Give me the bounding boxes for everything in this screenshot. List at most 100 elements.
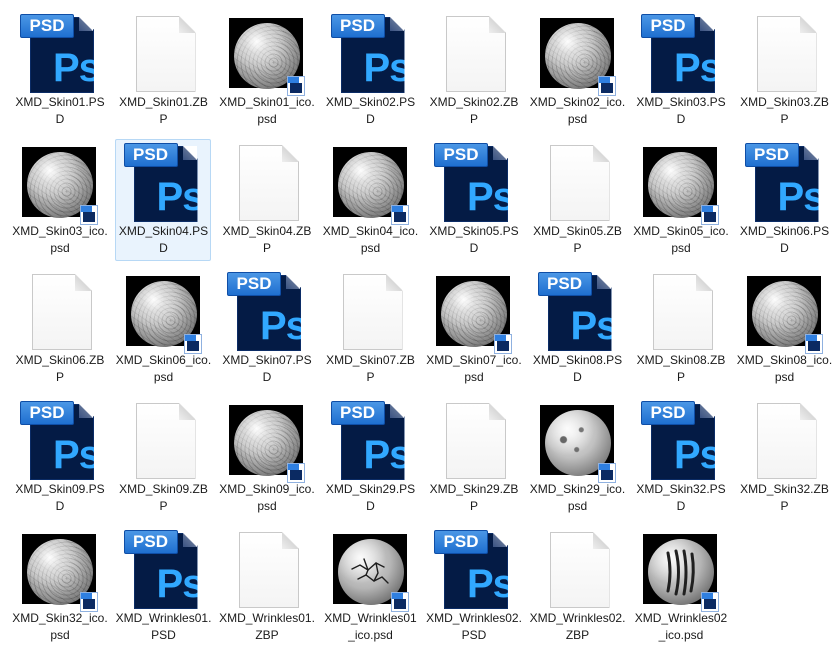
psd-overlay-badge-icon [597,463,616,483]
page-fold-corner [282,532,298,549]
file-item[interactable]: Ps PSD XMD_Skin06.PSD [736,139,832,261]
file-name-label: XMD_Skin04_ico.psd [322,224,419,255]
file-item[interactable]: XMD_Skin03.ZBP [736,10,832,132]
psd-label-banner: PSD [537,272,592,296]
psd-file-icon: Ps PSD [641,401,719,480]
photoshop-ps-glyph: Ps [467,175,514,219]
psd-file-icon: Ps PSD [537,272,616,351]
file-item[interactable]: XMD_Skin05.ZBP [529,139,625,261]
file-item[interactable]: XMD_Skin06.ZBP [11,268,107,390]
file-name-label: XMD_Skin03.PSD [636,95,726,126]
file-item[interactable]: XMD_Skin06_ico.psd [115,268,211,390]
page-fold-corner [182,533,197,547]
psd-label-banner: PSD [227,272,281,296]
photoshop-ps-glyph: Ps [777,175,825,219]
file-item[interactable]: Ps PSD XMD_Skin08.PSD [529,268,625,390]
file-item[interactable]: Ps PSD XMD_Wrinkles01.PSD [115,526,211,648]
page-fold-corner [803,146,818,160]
file-item[interactable]: XMD_Wrinkles01.ZBP [218,526,315,648]
file-item[interactable]: XMD_Skin32.ZBP [736,397,832,519]
file-item[interactable]: Ps PSD XMD_Skin29.PSD [322,397,418,519]
page-fold-corner [286,275,300,289]
psd-file-icon: Ps PSD [330,401,409,480]
sphere-texture-thumbnail [641,530,719,612]
psd-overlay-badge-icon [80,592,98,612]
psd-file-icon: Ps PSD [123,143,202,222]
photoshop-ps-glyph: Ps [467,562,514,606]
sphere-texture-thumbnail [331,530,409,612]
sphere-texture-thumbnail [538,401,616,483]
file-item[interactable]: XMD_Skin02_ico.psd [529,10,625,132]
file-name-label: XMD_Skin08.PSD [532,353,623,384]
file-item[interactable]: Ps PSD XMD_Skin04.PSD [114,139,211,261]
blank-file-icon [538,143,616,221]
psd-overlay-badge-icon [80,205,98,225]
file-item[interactable]: XMD_Skin29.ZBP [425,397,521,519]
sphere-texture-thumbnail [434,272,512,354]
psd-label-banner: PSD [123,530,178,554]
page-fold-corner [799,16,816,33]
file-name-label: XMD_Wrinkles01.PSD [115,611,212,642]
psd-file-icon: Ps PSD [227,272,305,351]
file-item[interactable]: Ps PSD XMD_Skin01.PSD [11,10,107,132]
file-item[interactable]: Ps PSD XMD_Skin09.PSD [11,397,107,519]
photoshop-ps-glyph: Ps [53,46,100,90]
blank-file-icon [538,530,616,608]
file-item[interactable]: Ps PSD XMD_Wrinkles02.PSD [425,526,522,648]
file-item[interactable]: XMD_Skin01_ico.psd [218,10,315,132]
blank-file-icon [124,14,202,92]
psd-overlay-badge-icon [597,76,616,96]
blank-file-icon [434,401,512,479]
file-item[interactable]: XMD_Wrinkles02_ico.psd [632,526,728,648]
sphere-texture-thumbnail [331,143,409,225]
psd-label-banner: PSD [20,14,74,38]
file-item[interactable]: XMD_Wrinkles01_ico.psd [322,526,418,648]
psd-file-icon: Ps PSD [744,143,825,222]
psd-label-banner: PSD [330,14,385,38]
photoshop-ps-glyph: Ps [53,433,100,477]
file-item[interactable]: XMD_Skin07_ico.psd [425,268,522,390]
blank-file-icon [20,272,98,350]
file-item[interactable]: Ps PSD XMD_Skin05.PSD [425,139,521,261]
file-item[interactable]: XMD_Skin05_ico.psd [632,139,729,261]
file-item[interactable]: XMD_Skin09.ZBP [115,397,211,519]
file-item[interactable]: Ps PSD XMD_Skin03.PSD [632,10,728,132]
file-item[interactable]: XMD_Skin09_ico.psd [218,397,315,519]
file-item[interactable]: XMD_Skin03_ico.psd [11,139,108,261]
file-item[interactable]: Ps PSD XMD_Skin07.PSD [218,268,314,390]
blank-file-icon [227,530,305,608]
psd-overlay-badge-icon [494,334,512,354]
page-fold-corner [493,146,507,160]
file-name-label: XMD_Skin09_ico.psd [219,482,315,513]
file-item[interactable]: XMD_Skin04_ico.psd [322,139,418,261]
file-item[interactable]: XMD_Skin04.ZBP [218,139,314,261]
file-item[interactable]: XMD_Skin08.ZBP [632,268,728,390]
page-fold-corner [799,403,816,420]
file-item[interactable]: XMD_Skin32_ico.psd [11,526,108,648]
file-item[interactable]: XMD_Skin01.ZBP [115,10,211,132]
photoshop-ps-glyph: Ps [156,562,204,606]
file-name-label: XMD_Skin01.ZBP [119,95,208,126]
file-item[interactable]: XMD_Skin07.ZBP [322,268,418,390]
psd-file-icon: Ps PSD [330,14,409,93]
file-name-label: XMD_Skin04.PSD [118,224,209,255]
psd-overlay-badge-icon [804,334,823,354]
file-item[interactable]: XMD_Wrinkles02.ZBP [529,526,625,648]
blank-file-icon [641,272,719,350]
file-name-label: XMD_Skin06.PSD [739,224,830,255]
page-fold-corner [178,403,195,420]
psd-overlay-badge-icon [287,463,305,483]
psd-overlay-badge-icon [701,205,719,225]
file-item[interactable]: XMD_Skin29_ico.psd [529,397,625,519]
file-item[interactable]: Ps PSD XMD_Skin02.PSD [322,10,418,132]
file-item[interactable]: XMD_Skin08_ico.psd [736,268,832,390]
file-item[interactable]: XMD_Skin02.ZBP [425,10,521,132]
file-item[interactable]: Ps PSD XMD_Skin32.PSD [632,397,728,519]
blank-file-icon [745,14,823,92]
file-name-label: XMD_Skin08.ZBP [636,353,726,384]
psd-file-icon: Ps PSD [434,530,514,609]
file-icon-grid: Ps PSD XMD_Skin01.PSD XMD_Skin01.ZBP XMD_Ski… [0,0,832,657]
psd-label-banner: PSD [641,14,695,38]
page-fold-corner [700,17,714,31]
page-fold-corner [700,404,714,418]
